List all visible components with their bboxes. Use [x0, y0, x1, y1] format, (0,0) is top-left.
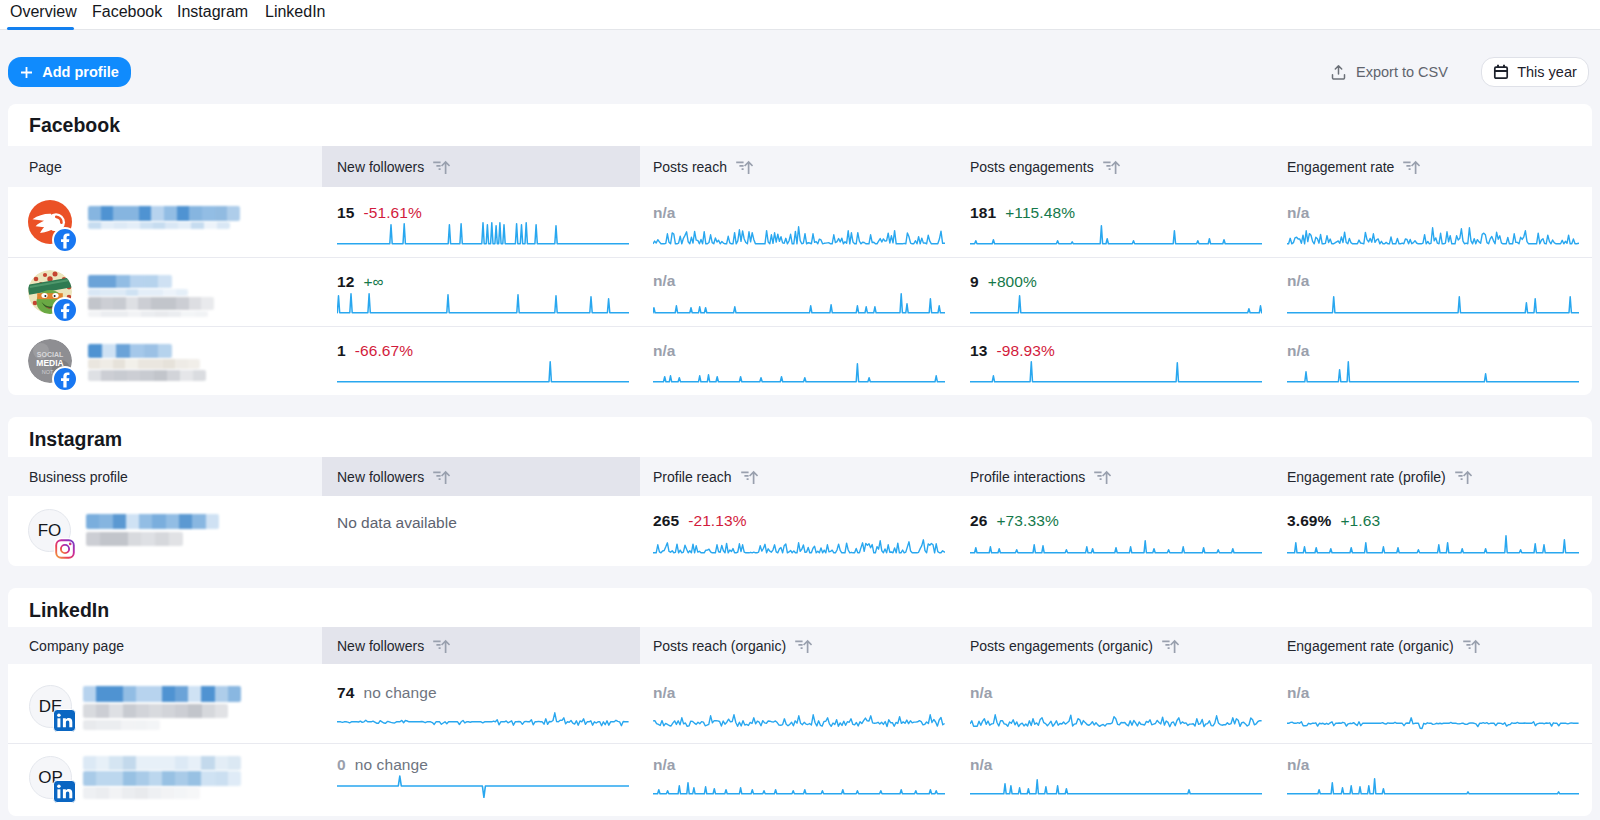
svg-text:SOCIAL: SOCIAL: [37, 351, 64, 358]
